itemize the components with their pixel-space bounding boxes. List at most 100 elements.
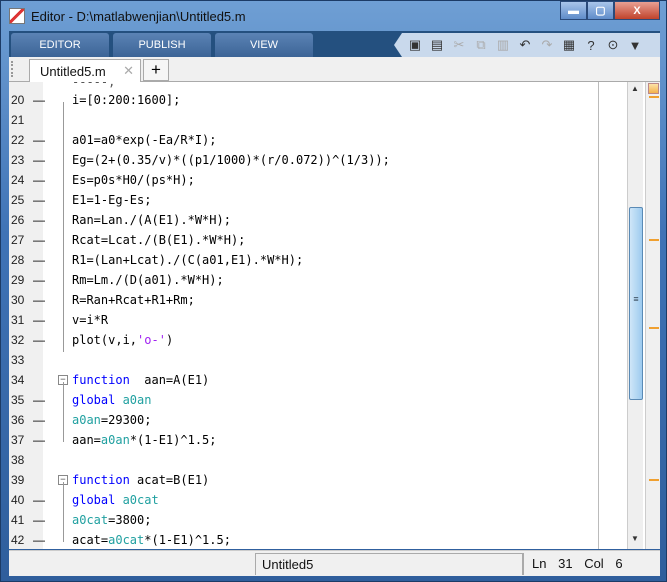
code-line[interactable]: 36 — a0an=29300; xyxy=(9,410,599,430)
undo-icon[interactable]: ↶ xyxy=(516,36,534,54)
maximize-button[interactable]: ▢ xyxy=(587,1,614,20)
breakpoint-dash[interactable]: — xyxy=(33,170,45,190)
expand-toolstrip-icon[interactable]: ▼ xyxy=(626,36,644,54)
code-line[interactable]: 24 — Es=p0s*H0/(ps*H); xyxy=(9,170,599,190)
scrollbar-thumb[interactable]: ≡ xyxy=(629,206,643,400)
breakpoint-dash[interactable]: — xyxy=(33,290,45,310)
code-token: =29300; xyxy=(100,413,152,427)
save-icon[interactable]: ▤ xyxy=(428,36,446,54)
copy-icon[interactable]: ⧉ xyxy=(472,36,490,54)
code-text: global a0cat xyxy=(72,490,159,510)
doc-tab-untitled5[interactable]: Untitled5.m ✕ xyxy=(29,59,141,82)
switch-windows-icon[interactable]: ▦ xyxy=(560,36,578,54)
breakpoint-dash[interactable]: — xyxy=(33,390,45,410)
breakpoint-dash[interactable]: — xyxy=(33,150,45,170)
warning-marker[interactable] xyxy=(649,327,659,329)
code-line[interactable]: 38 xyxy=(9,450,599,470)
warning-marker[interactable] xyxy=(649,239,659,241)
code-line[interactable]: 34− function aan=A(E1) xyxy=(9,370,599,390)
breakpoint-dash[interactable]: — xyxy=(33,530,45,549)
code-line[interactable]: 40 — global a0cat xyxy=(9,490,599,510)
status-file-name: Untitled5 xyxy=(255,553,523,575)
line-number: 33 xyxy=(11,353,25,367)
quick-access-toolbar: ▣ ▤ ✂ ⧉ ▥ ↶ ↷ ▦? ⊙ ▼ xyxy=(394,33,660,57)
code-line[interactable]: 41 — a0cat=3800; xyxy=(9,510,599,530)
tab-view[interactable]: VIEW xyxy=(215,33,313,57)
code-token: Eg=(2+(0.35/v)*((p1/1000)*(r/0.072))^(1/… xyxy=(72,153,390,167)
close-button[interactable]: X xyxy=(614,1,660,20)
code-line[interactable]: 33 xyxy=(9,350,599,370)
minimize-button[interactable]: ▬ xyxy=(560,1,587,20)
paste-icon[interactable]: ▥ xyxy=(494,36,512,54)
breakpoint-dash[interactable]: — xyxy=(33,270,45,290)
code-line[interactable]: 26 — Ran=Lan./(A(E1).*W*H); xyxy=(9,210,599,230)
breakpoint-dash[interactable]: — xyxy=(33,510,45,530)
code-line[interactable]: 31 — v=i*R xyxy=(9,310,599,330)
help-icon[interactable]: ? xyxy=(582,36,600,54)
line-number: 36 xyxy=(11,413,25,427)
analyzer-status-icon[interactable] xyxy=(648,83,659,94)
breakpoint-dash[interactable]: — xyxy=(33,230,45,250)
code-token: *(1-E1)^1.5; xyxy=(144,533,231,547)
code-line[interactable]: 29 — Rm=Lm./(D(a01).*W*H); xyxy=(9,270,599,290)
code-text: aan=a0an*(1-E1)^1.5; xyxy=(72,430,217,450)
breakpoint-dash[interactable]: — xyxy=(33,250,45,270)
code-line[interactable]: 23 — Eg=(2+(0.35/v)*((p1/1000)*(r/0.072))^… xyxy=(9,150,599,170)
breakpoint-dash[interactable]: — xyxy=(33,430,45,450)
tab-publish[interactable]: PUBLISH xyxy=(113,33,211,57)
new-icon[interactable]: ▣ xyxy=(406,36,424,54)
code-line[interactable]: 30 — R=Ran+Rcat+R1+Rm; xyxy=(9,290,599,310)
tab-editor[interactable]: EDITOR xyxy=(11,33,109,57)
code-token: Es=p0s*H0/(ps*H); xyxy=(72,173,195,187)
code-text: function aan=A(E1) xyxy=(72,370,209,390)
code-text: R1=(Lan+Lcat)./(C(a01,E1).*W*H); xyxy=(72,250,303,270)
search-docs-icon[interactable]: ⊙ xyxy=(604,36,622,54)
code-text: E1=1-Eg-Es; xyxy=(72,190,151,210)
code-text: Ran=Lan./(A(E1).*W*H); xyxy=(72,210,231,230)
code-token: Rcat=Lcat./(B(E1).*W*H); xyxy=(72,233,246,247)
code-token: acat= xyxy=(72,533,109,547)
breakpoint-dash[interactable]: — xyxy=(33,310,45,330)
close-tab-icon[interactable]: ✕ xyxy=(123,63,134,79)
line-number: 29 xyxy=(11,273,25,287)
code-text: Rcat=Lcat./(B(E1).*W*H); xyxy=(72,230,245,250)
breakpoint-dash[interactable]: — xyxy=(33,210,45,230)
warning-marker[interactable] xyxy=(649,479,659,481)
code-line[interactable]: 37 — aan=a0an*(1-E1)^1.5; xyxy=(9,430,599,450)
cut-icon[interactable]: ✂ xyxy=(450,36,468,54)
line-number: 41 xyxy=(11,513,25,527)
breakpoint-dash[interactable]: — xyxy=(33,130,45,150)
breakpoint-dash[interactable]: — xyxy=(33,90,45,110)
line-number: 23 xyxy=(11,153,25,167)
line-number: 30 xyxy=(11,293,25,307)
code-line[interactable]: 39− function acat=B(E1) xyxy=(9,470,599,490)
code-line[interactable]: 22 — a01=a0*exp(-Ea/R*I); xyxy=(9,130,599,150)
scroll-down-icon[interactable]: ▼ xyxy=(631,534,639,543)
code-line[interactable]: 20 — i=[0:200:1600]; xyxy=(9,90,599,110)
drag-grip[interactable] xyxy=(11,61,15,77)
warning-marker[interactable] xyxy=(649,96,659,98)
string-token: 'o-' xyxy=(137,333,166,347)
code-line[interactable]: 21 xyxy=(9,110,599,130)
code-line[interactable]: 25 — E1=1-Eg-Es; xyxy=(9,190,599,210)
line-number: 40 xyxy=(11,493,25,507)
code-editor[interactable]: -----; 20— i=[0:200:1600]; 21 22— a01=a0*exp… xyxy=(9,82,660,549)
breakpoint-dash[interactable]: — xyxy=(33,190,45,210)
code-line[interactable]: 28 — R1=(Lan+Lcat)./(C(a01,E1).*W*H); xyxy=(9,250,599,270)
vertical-scrollbar[interactable]: ▲ ≡ ▼ xyxy=(627,82,643,549)
keyword-token: global xyxy=(72,393,123,407)
breakpoint-dash[interactable]: — xyxy=(33,490,45,510)
code-line[interactable]: 42 — acat=a0cat*(1-E1)^1.5; xyxy=(9,530,599,549)
breakpoint-dash[interactable]: — xyxy=(33,330,45,350)
variable-token: a0cat xyxy=(72,513,109,527)
code-line[interactable]: 27 — Rcat=Lcat./(B(E1).*W*H); xyxy=(9,230,599,250)
cursor-position: Ln 31 Col 6 xyxy=(523,553,631,575)
code-line[interactable]: 35 — global a0an xyxy=(9,390,599,410)
code-line[interactable]: 32 — plot(v,i,'o-') xyxy=(9,330,599,350)
scroll-up-icon[interactable]: ▲ xyxy=(631,84,639,93)
new-tab-button[interactable]: + xyxy=(143,59,169,81)
redo-icon[interactable]: ↷ xyxy=(538,36,556,54)
variable-token: a0an xyxy=(100,433,130,447)
code-token: i=[0:200:1600]; xyxy=(72,93,181,107)
breakpoint-dash[interactable]: — xyxy=(33,410,45,430)
